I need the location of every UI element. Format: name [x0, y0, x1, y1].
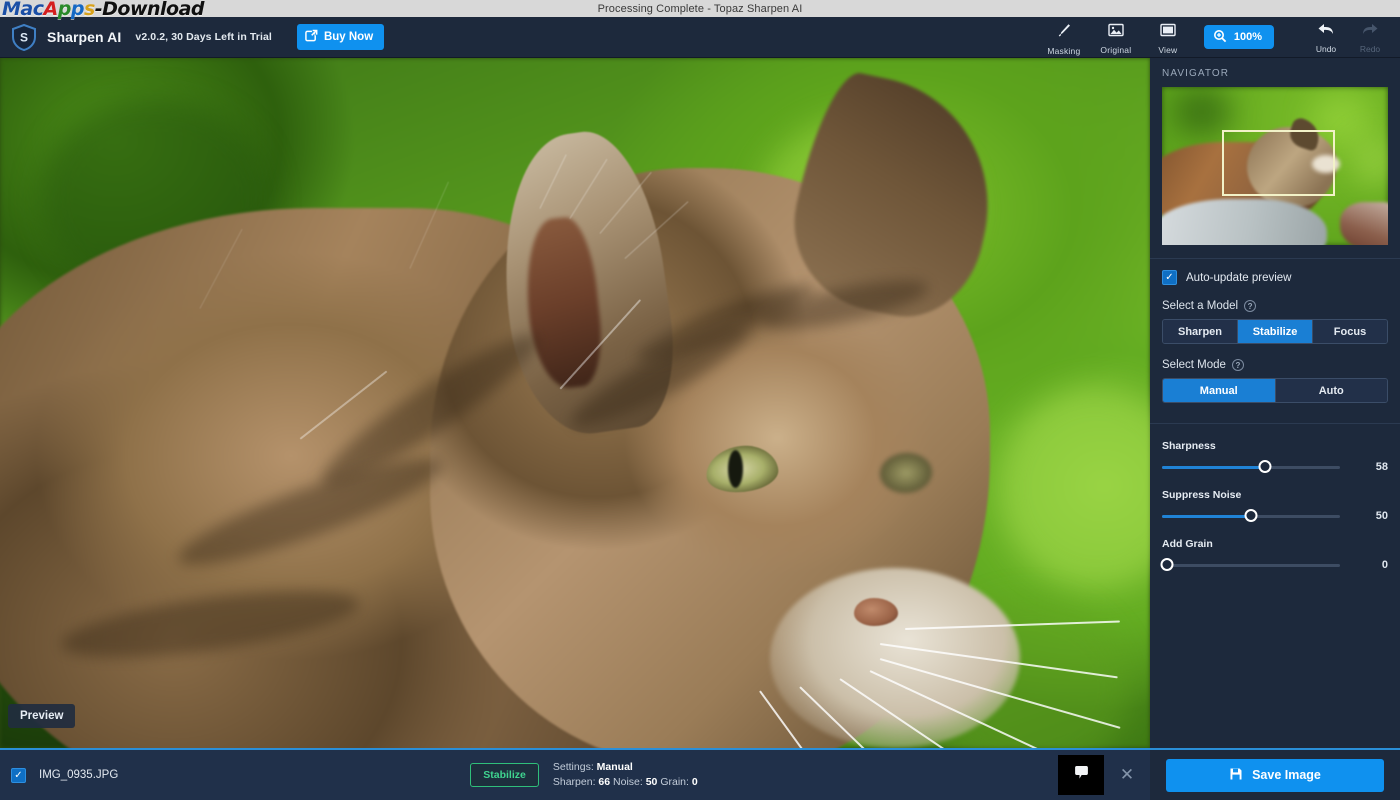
- select-mode-label-row: Select Mode ?: [1150, 344, 1400, 378]
- original-view-button[interactable]: Original: [1090, 20, 1142, 55]
- watermark-download: -Download: [94, 0, 205, 20]
- slider-sharpness-value: 58: [1375, 461, 1388, 473]
- noise-value: 50: [645, 776, 658, 788]
- save-bar: Save Image: [1150, 748, 1400, 800]
- svg-text:S: S: [20, 31, 28, 45]
- slider-sharpness: Sharpness 58: [1150, 440, 1400, 473]
- redo-arrow-icon: [1360, 21, 1380, 42]
- auto-update-checkbox[interactable]: ✓: [1162, 270, 1177, 285]
- mode-option-auto[interactable]: Auto: [1275, 379, 1387, 402]
- bottom-filmstrip-bar: ✓ IMG_0935.JPG Stabilize Settings: Manua…: [0, 748, 1150, 800]
- file-thumbnail[interactable]: [1058, 755, 1104, 795]
- close-x-icon[interactable]: ✕: [1104, 765, 1150, 785]
- app-window: Processing Complete - Topaz Sharpen AI M…: [0, 0, 1400, 800]
- model-option-sharpen[interactable]: Sharpen: [1163, 320, 1238, 343]
- model-option-stabilize[interactable]: Stabilize: [1238, 320, 1313, 343]
- zoom-level-label: 100%: [1233, 31, 1262, 43]
- zoom-level-button[interactable]: 100%: [1203, 25, 1274, 49]
- preview-photo: [0, 58, 1150, 748]
- navigator-title: NAVIGATOR: [1162, 68, 1230, 79]
- image-canvas[interactable]: Preview: [0, 58, 1150, 748]
- save-image-label: Save Image: [1252, 768, 1321, 782]
- model-status-tag[interactable]: Stabilize: [470, 763, 539, 787]
- buy-now-button[interactable]: Buy Now: [296, 24, 385, 50]
- slider-sharpness-label: Sharpness: [1162, 440, 1216, 452]
- save-image-button[interactable]: Save Image: [1166, 758, 1384, 792]
- file-select-checkbox[interactable]: ✓: [11, 767, 26, 783]
- view-panels-icon: [1160, 23, 1176, 42]
- slider-add-grain-track[interactable]: [1160, 558, 1340, 571]
- redo-label: Redo: [1359, 43, 1381, 54]
- magnifier-plus-icon: [1213, 29, 1227, 46]
- redo-button[interactable]: Redo: [1348, 21, 1392, 54]
- undo-label: Undo: [1315, 43, 1337, 54]
- select-model-label-row: Select a Model ?: [1150, 285, 1400, 319]
- mode-segmented-control: Manual Auto: [1162, 378, 1388, 403]
- app-version-trial: v2.0.2, 30 Days Left in Trial: [135, 31, 272, 43]
- noise-key: Noise:: [613, 776, 643, 788]
- floppy-disk-icon: [1229, 767, 1243, 784]
- auto-update-label: Auto-update preview: [1186, 271, 1292, 284]
- mode-option-manual[interactable]: Manual: [1163, 379, 1276, 402]
- shield-s-icon: S: [10, 23, 38, 52]
- slider-suppress-noise-label: Suppress Noise: [1162, 489, 1242, 501]
- slider-sharpness-track[interactable]: [1162, 460, 1340, 473]
- settings-value: Manual: [596, 761, 633, 773]
- original-label: Original: [1100, 44, 1132, 55]
- slider-suppress-noise-handle[interactable]: [1244, 509, 1258, 522]
- view-label: View: [1158, 44, 1178, 55]
- watermark-mac: Mac: [2, 0, 44, 20]
- navigator-viewport-rect[interactable]: [1222, 130, 1335, 196]
- watermark-a: A: [43, 0, 59, 20]
- grain-key: Grain:: [660, 776, 689, 788]
- window-title: Processing Complete - Topaz Sharpen AI: [597, 2, 803, 15]
- masking-label: Masking: [1047, 45, 1081, 56]
- slider-add-grain-label: Add Grain: [1162, 538, 1213, 550]
- slider-suppress-noise-track[interactable]: [1162, 509, 1340, 522]
- settings-summary: Settings: Manual Sharpen: 66 Noise: 50 G…: [553, 760, 698, 790]
- select-model-label: Select a Model: [1162, 300, 1239, 312]
- undo-button[interactable]: Undo: [1304, 21, 1348, 54]
- slider-add-grain-handle[interactable]: [1160, 558, 1174, 571]
- slider-sharpness-handle[interactable]: [1258, 460, 1272, 473]
- buy-now-label: Buy Now: [323, 31, 374, 43]
- sharpen-value: 66: [598, 776, 611, 788]
- brush-icon: [1056, 22, 1072, 43]
- speech-bubble-icon: [1073, 764, 1090, 786]
- navigator-thumbnail[interactable]: [1162, 87, 1388, 245]
- auto-update-preview-row[interactable]: ✓ Auto-update preview: [1150, 259, 1400, 285]
- os-titlebar: Processing Complete - Topaz Sharpen AI: [0, 0, 1400, 17]
- external-link-icon: [305, 29, 318, 45]
- undo-arrow-icon: [1316, 21, 1336, 42]
- grain-value: 0: [691, 776, 698, 788]
- settings-key: Settings:: [552, 761, 594, 773]
- slider-add-grain-value: 0: [1381, 559, 1388, 571]
- site-watermark: MacApps-Download: [2, 0, 205, 20]
- sliders-section: Sharpness 58 Suppress Noise 50 Add Grain…: [1150, 423, 1400, 571]
- toolbar-right-group: Masking Original View 100% Undo Redo: [1038, 19, 1400, 56]
- help-circle-icon[interactable]: ?: [1244, 300, 1257, 312]
- slider-add-grain: Add Grain 0: [1150, 538, 1400, 571]
- watermark-p2: p: [70, 0, 85, 20]
- image-icon: [1108, 23, 1124, 42]
- watermark-s: s: [83, 0, 95, 20]
- slider-suppress-noise-value: 50: [1375, 510, 1388, 522]
- watermark-p1: p: [57, 0, 72, 20]
- preview-badge[interactable]: Preview: [8, 704, 76, 728]
- brand-block: S Sharpen AI v2.0.2, 30 Days Left in Tri…: [0, 23, 385, 52]
- model-segmented-control: Sharpen Stabilize Focus: [1162, 319, 1388, 344]
- select-mode-label: Select Mode: [1162, 359, 1226, 371]
- help-circle-icon[interactable]: ?: [1231, 359, 1244, 371]
- right-panel: NAVIGATOR ✓ Auto-update preview Select a…: [1150, 58, 1400, 748]
- view-layout-button[interactable]: View: [1142, 20, 1194, 55]
- app-toolbar: S Sharpen AI v2.0.2, 30 Days Left in Tri…: [0, 17, 1400, 58]
- file-name-label: IMG_0935.JPG: [39, 769, 119, 781]
- sharpen-key: Sharpen:: [552, 776, 596, 788]
- masking-tool-button[interactable]: Masking: [1038, 19, 1090, 56]
- app-name: Sharpen AI: [47, 29, 122, 45]
- model-option-focus[interactable]: Focus: [1313, 320, 1387, 343]
- slider-suppress-noise: Suppress Noise 50: [1150, 489, 1400, 522]
